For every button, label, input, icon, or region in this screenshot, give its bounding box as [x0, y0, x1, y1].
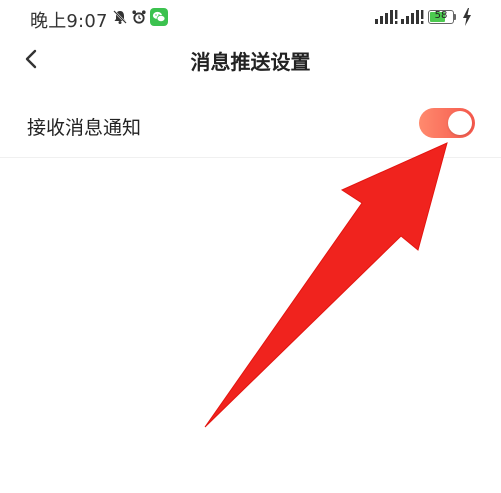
signal-icon-2 [401, 10, 424, 24]
mute-bell-icon [113, 10, 127, 24]
page-title: 消息推送设置 [190, 50, 311, 74]
signal-icon-1 [375, 10, 398, 24]
charging-icon [463, 8, 471, 26]
setting-label: 接收消息通知 [27, 117, 142, 139]
setting-row-receive-notifications: 接收消息通知 [0, 95, 501, 158]
status-time: 晚上9:07 [30, 11, 108, 32]
battery-icon: 58 [428, 10, 454, 24]
battery-tip [454, 14, 456, 20]
wechat-icon [150, 8, 168, 26]
nav-header: 消息推送设置 [0, 34, 501, 86]
battery-level: 58 [434, 10, 448, 21]
alarm-icon [132, 10, 146, 24]
screen: 晚上9:07 58 消息推送设置 接收消息通知 [0, 0, 501, 493]
notification-toggle[interactable] [419, 108, 475, 138]
status-bar: 晚上9:07 58 [0, 0, 501, 34]
toggle-knob [448, 111, 472, 135]
